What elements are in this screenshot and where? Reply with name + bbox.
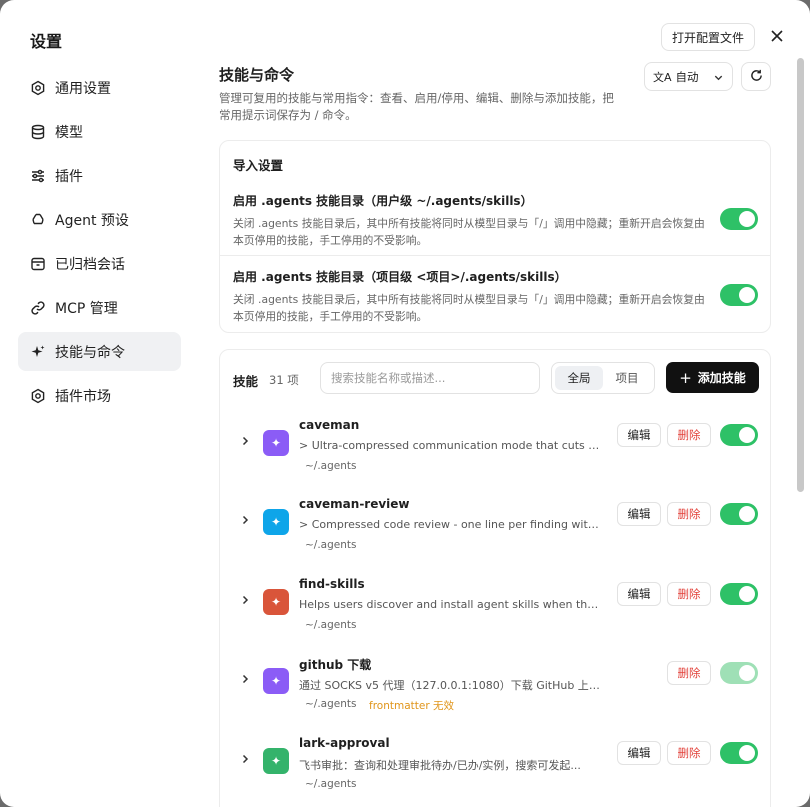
import-row-title: 启用 .agents 技能目录（用户级 ~/.agents/skills） [233, 194, 533, 208]
skill-name: find-skills [299, 577, 365, 591]
skill-warning: frontmatter 无效 [369, 700, 454, 712]
sliders-icon [30, 168, 46, 184]
skill-toggle[interactable] [720, 583, 758, 605]
skills-card: 技能 31 项 搜索技能名称或描述... 全局 项目 + 添加技能 ✦ cavem… [219, 349, 771, 807]
main-content: 技能与命令 管理可复用的技能与常用指令：查看、启用/停用、编辑、删除与添加技能，… [219, 0, 771, 807]
skills-count: 31 项 [269, 373, 299, 387]
skill-path: ~/.agents [305, 698, 357, 710]
skill-description: > Ultra-compressed communication mode th… [299, 439, 605, 452]
import-row-title: 启用 .agents 技能目录（项目级 <项目>/.agents/skills） [233, 270, 567, 284]
sidebar-item-label: MCP 管理 [55, 300, 118, 317]
skill-toggle[interactable] [720, 742, 758, 764]
skill-sparkle-icon: ✦ [263, 589, 289, 615]
delete-skill-button[interactable]: 删除 [667, 502, 711, 526]
scope-switch: 全局 项目 [551, 362, 655, 394]
skill-sparkle-icon: ✦ [263, 509, 289, 535]
sidebar-item-archived[interactable]: 已归档会话 [18, 244, 181, 283]
skill-description: > Compressed code review - one line per … [299, 518, 605, 531]
sidebar-item-label: 已归档会话 [55, 256, 125, 273]
import-row-description: 关闭 .agents 技能目录后，其中所有技能将同时从模型目录与「/」调用中隐藏… [233, 293, 705, 323]
scope-global-tab[interactable]: 全局 [555, 366, 603, 390]
project-skills-toggle[interactable] [720, 284, 758, 306]
database-icon [30, 124, 46, 140]
search-input[interactable]: 搜索技能名称或描述... [320, 362, 540, 394]
add-skill-button[interactable]: + 添加技能 [666, 362, 759, 393]
skill-description: 通过 SOCKS v5 代理（127.0.0.1:1080）下载 GitHub … [299, 679, 605, 692]
delete-skill-button[interactable]: 删除 [667, 661, 711, 685]
user-skills-toggle[interactable] [720, 208, 758, 230]
import-row-description: 关闭 .agents 技能目录后，其中所有技能将同时从模型目录与「/」调用中隐藏… [233, 217, 705, 247]
skill-row[interactable]: ✦ caveman-review > Compressed code review … [220, 491, 770, 563]
delete-skill-button[interactable]: 删除 [667, 582, 711, 606]
sidebar: 设置 通用设置 模型 插件 Agent 预设 已归档会话 MCP 管理 技能与命… [0, 0, 200, 807]
skill-row[interactable]: ✦ lark-approval 飞书审批：查询和处理审批待办/已办/实例，搜索可发起… [220, 730, 770, 802]
skill-name: caveman [299, 418, 360, 432]
recycle-icon [30, 212, 46, 228]
import-settings-card: 导入设置 启用 .agents 技能目录（用户级 ~/.agents/skill… [219, 140, 771, 333]
skill-name: github 下载 [299, 658, 372, 672]
sidebar-item-mcp[interactable]: MCP 管理 [18, 288, 181, 327]
import-row-user: 启用 .agents 技能目录（用户级 ~/.agents/skills） 关闭… [233, 192, 758, 249]
sidebar-item-label: 插件市场 [55, 388, 111, 405]
edit-skill-button[interactable]: 编辑 [617, 741, 661, 765]
sidebar-item-agent-presets[interactable]: Agent 预设 [18, 200, 181, 239]
import-settings-title: 导入设置 [233, 158, 284, 173]
skill-toggle[interactable] [720, 662, 758, 684]
skills-label: 技能 [233, 374, 259, 389]
edit-skill-button[interactable]: 编辑 [617, 502, 661, 526]
sidebar-title: 设置 [30, 32, 63, 51]
skill-path: ~/.agents [305, 460, 357, 472]
skill-description: 飞书审批：查询和处理审批待办/已办/实例，搜索可发起... [299, 759, 581, 772]
skill-path: ~/.agents [305, 619, 357, 631]
skill-name: lark-approval [299, 736, 390, 750]
page-description: 管理可复用的技能与常用指令：查看、启用/停用、编辑、删除与添加技能，把常用提示词… [219, 91, 614, 122]
skill-sparkle-icon: ✦ [263, 668, 289, 694]
chevron-right-icon[interactable] [239, 594, 251, 606]
sidebar-item-label: 插件 [55, 168, 83, 185]
link-icon [30, 300, 46, 316]
sidebar-item-label: Agent 预设 [55, 212, 129, 229]
page-title: 技能与命令 [219, 66, 295, 84]
delete-skill-button[interactable]: 删除 [667, 741, 711, 765]
sidebar-item-label: 模型 [55, 124, 83, 141]
sidebar-item-label: 通用设置 [55, 80, 111, 97]
skill-toggle[interactable] [720, 503, 758, 525]
sidebar-item-general[interactable]: 通用设置 [18, 68, 181, 107]
edit-skill-button[interactable]: 编辑 [617, 423, 661, 447]
edit-skill-button[interactable]: 编辑 [617, 582, 661, 606]
chevron-right-icon[interactable] [239, 673, 251, 685]
skill-name: caveman-review [299, 497, 410, 511]
skill-toggle[interactable] [720, 424, 758, 446]
close-icon [770, 29, 784, 47]
skill-sparkle-icon: ✦ [263, 430, 289, 456]
skill-row[interactable]: ✦ find-skills Helps users discover and ins… [220, 571, 770, 643]
skill-row[interactable]: ✦ github 下载通过 SOCKS v5 代理（127.0.0.1:1080）… [220, 650, 770, 722]
sidebar-nav: 通用设置 模型 插件 Agent 预设 已归档会话 MCP 管理 技能与命令 插… [18, 68, 181, 420]
sparkle-icon [30, 344, 46, 360]
sidebar-item-plugin-market[interactable]: 插件市场 [18, 376, 181, 415]
chevron-right-icon[interactable] [239, 514, 251, 526]
settings-dialog: 设置 通用设置 模型 插件 Agent 预设 已归档会话 MCP 管理 技能与命… [0, 0, 810, 807]
divider [220, 255, 770, 256]
skill-sparkle-icon: ✦ [263, 748, 289, 774]
skill-row[interactable]: ✦ caveman > Ultra-compressed communication… [220, 412, 770, 484]
sidebar-item-plugins[interactable]: 插件 [18, 156, 181, 195]
chevron-right-icon[interactable] [239, 753, 251, 765]
sidebar-item-skills[interactable]: 技能与命令 [18, 332, 181, 371]
chevron-right-icon[interactable] [239, 435, 251, 447]
scope-project-tab[interactable]: 项目 [603, 366, 651, 390]
skill-path: ~/.agents [305, 539, 357, 551]
delete-skill-button[interactable]: 删除 [667, 423, 711, 447]
sidebar-item-label: 技能与命令 [55, 344, 125, 361]
gear-icon [30, 388, 46, 404]
import-row-project: 启用 .agents 技能目录（项目级 <项目>/.agents/skills）… [233, 268, 758, 325]
archive-icon [30, 256, 46, 272]
scrollbar[interactable] [797, 58, 804, 492]
gear-icon [30, 80, 46, 96]
plus-icon: + [679, 368, 692, 387]
sidebar-item-models[interactable]: 模型 [18, 112, 181, 151]
skill-description: Helps users discover and install agent s… [299, 598, 605, 611]
skill-path: ~/.agents [305, 778, 357, 790]
